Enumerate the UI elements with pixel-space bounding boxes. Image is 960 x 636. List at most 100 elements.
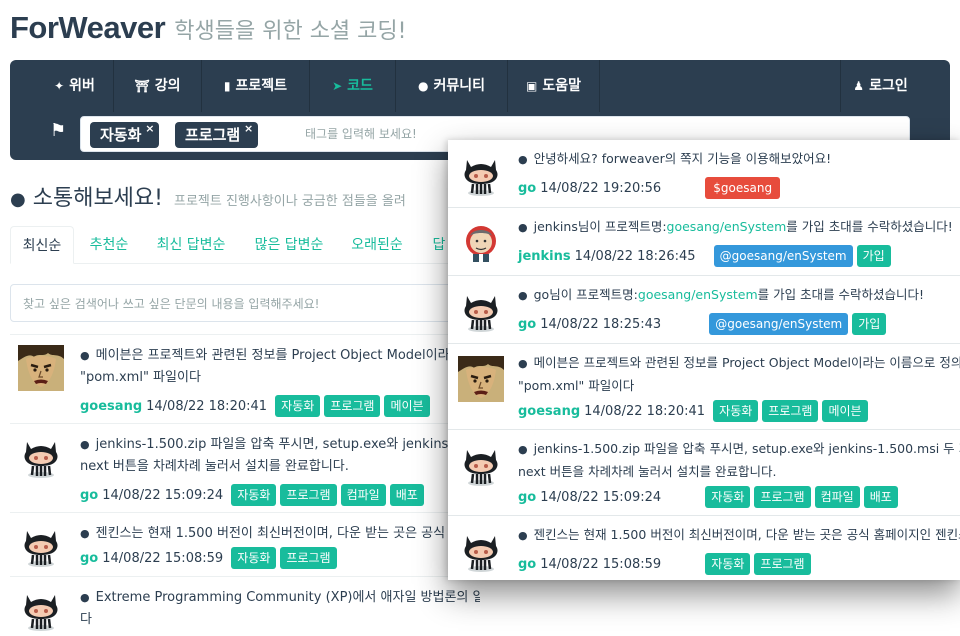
list-item[interactable]: ● 젠킨스는 현재 1.500 버전이 최신버전이며, 다운 받는 곳은 공식 홈… — [10, 512, 480, 576]
author-link[interactable]: go — [518, 490, 536, 505]
author-link[interactable]: goesang — [518, 404, 580, 419]
tag-badge[interactable]: 프로그램 — [324, 395, 381, 417]
avatar[interactable] — [18, 523, 64, 569]
nav-project-label: 프로젝트 — [235, 78, 288, 94]
author-link[interactable]: go — [518, 181, 536, 196]
author-link[interactable]: go — [80, 488, 98, 503]
tag-badge[interactable]: 프로그램 — [762, 400, 819, 422]
avatar[interactable] — [458, 528, 504, 574]
tag-badge[interactable]: 프로그램 — [754, 553, 811, 575]
message-text: 를 가입 초대를 수락하셨습니다! — [786, 219, 953, 234]
remove-tag-icon[interactable]: × — [145, 116, 154, 142]
project-link[interactable]: goesang/enSystem — [667, 219, 787, 234]
tag-badge[interactable]: 프로그램 — [280, 547, 337, 569]
tag-badge[interactable]: 컴파일 — [340, 484, 386, 506]
post-text: 다 — [80, 612, 92, 627]
post-text: "pom.xml" 파일이다 — [80, 370, 201, 385]
message-text: 안녕하세요? forweaver의 쪽지 기능을 이용해보았어요! — [533, 151, 832, 166]
join-badge[interactable]: 가입 — [856, 245, 891, 267]
tag-badge[interactable]: 배포 — [863, 486, 898, 508]
message-item[interactable]: ● jenkins님이 프로젝트명:goesang/enSystem를 가입 초대… — [448, 208, 960, 276]
message-text: go님이 프로젝트명: — [533, 287, 638, 302]
tab-most-answers[interactable]: 많은 답변순 — [244, 226, 334, 264]
speech-bubble-icon: ● — [518, 529, 528, 542]
recipient-badge[interactable]: $goesang — [705, 177, 781, 199]
tag-badge[interactable]: 컴파일 — [814, 486, 860, 508]
author-link[interactable]: go — [518, 557, 536, 572]
nav-code[interactable]: ➤ 코드 — [310, 60, 396, 112]
brand-logo[interactable]: ForWeaver — [10, 10, 166, 45]
tag-badge[interactable]: 배포 — [389, 484, 424, 506]
message-text: jenkins-1.500.zip 파일을 압축 푸시면, setup.exe와… — [533, 441, 960, 456]
project-link[interactable]: goesang/enSystem — [638, 287, 758, 302]
nav-community[interactable]: ● 커뮤니티 — [396, 60, 508, 112]
list-item[interactable]: ● Extreme Programming Community (XP)에서 애자… — [10, 576, 480, 636]
message-item[interactable]: ● jenkins-1.500.zip 파일을 압축 푸시면, setup.exe… — [448, 430, 960, 516]
avatar[interactable] — [458, 288, 504, 334]
nav-weaver-label: 위버 — [69, 78, 95, 94]
join-badge[interactable]: 가입 — [852, 313, 887, 335]
message-meta: go 14/08/22 18:25:43 @goesang/enSystem 가입 — [518, 313, 887, 335]
speech-bubble-icon: ● — [518, 357, 528, 370]
tag-badge[interactable]: 메이븐 — [822, 400, 868, 422]
tag-badge[interactable]: 자동화 — [231, 484, 277, 506]
login-button[interactable]: ♟ 로그인 — [840, 60, 920, 112]
list-item[interactable]: ● 메이븐은 프로젝트와 관련된 정보를 Project Object Model… — [10, 334, 480, 423]
avatar[interactable] — [18, 434, 64, 480]
post-text: Extreme Programming Community (XP)에서 애자일… — [95, 590, 480, 605]
nav-lecture[interactable]: ⛩ 강의 — [114, 60, 202, 112]
avatar[interactable] — [458, 152, 504, 198]
message-item[interactable]: ● 안녕하세요? forweaver의 쪽지 기능을 이용해보았어요! go 14/… — [448, 140, 960, 208]
tag-badge[interactable]: 자동화 — [231, 547, 277, 569]
avatar[interactable] — [18, 345, 64, 391]
tag-badge[interactable]: 메이븐 — [384, 395, 430, 417]
list-item[interactable]: ● jenkins-1.500.zip 파일을 압축 푸시면, setup.exe… — [10, 423, 480, 512]
nav-weaver[interactable]: ✦ 위버 — [36, 60, 114, 112]
tag-badge[interactable]: 자동화 — [275, 395, 321, 417]
speech-bubble-icon: ● — [518, 153, 528, 166]
tab-recommended[interactable]: 추천순 — [76, 226, 142, 264]
author-link[interactable]: go — [518, 317, 536, 332]
tag-chip[interactable]: 프로그램 × — [175, 122, 259, 148]
tab-latest-answer[interactable]: 최신 답변순 — [146, 226, 236, 264]
tag-badge[interactable]: 자동화 — [713, 400, 759, 422]
post-search-input[interactable]: 찾고 싶은 검색어나 쓰고 싶은 단문의 내용을 입력해주세요! — [10, 284, 470, 322]
nav-project[interactable]: ▮ 프로젝트 — [202, 60, 310, 112]
post-body: ● 젠킨스는 현재 1.500 버전이 최신버전이며, 다운 받는 곳은 공식 홈… — [80, 523, 480, 545]
message-item[interactable]: ● go님이 프로젝트명:goesang/enSystem를 가입 초대를 수락하… — [448, 276, 960, 344]
message-text: 를 가입 초대를 수락하셨습니다! — [757, 287, 925, 302]
tag-chip[interactable]: 자동화 × — [90, 122, 160, 148]
speech-bubble-icon: ● — [80, 349, 90, 362]
tag-badge[interactable]: 프로그램 — [754, 486, 811, 508]
comments-icon: ● — [417, 79, 429, 93]
project-badge[interactable]: @goesang/enSystem — [713, 245, 853, 267]
message-body: ● 젠킨스는 현재 1.500 버전이 최신버전이며, 다운 받는 곳은 공식 홈… — [518, 524, 960, 547]
speech-bubble-icon: ● — [518, 443, 528, 456]
avatar[interactable] — [458, 442, 504, 488]
page-title-text: 소통해보세요! — [32, 186, 163, 211]
author-link[interactable]: jenkins — [518, 249, 571, 264]
message-item[interactable]: ● 젠킨스는 현재 1.500 버전이 최신버전이며, 다운 받는 곳은 공식 홈… — [448, 516, 960, 580]
avatar[interactable] — [18, 587, 64, 633]
message-item[interactable]: ● 메이븐은 프로젝트와 관련된 정보를 Project Object Model… — [448, 344, 960, 430]
message-body: ● jenkins님이 프로젝트명:goesang/enSystem를 가입 초대… — [518, 216, 960, 239]
tab-oldest[interactable]: 오래된순 — [340, 226, 414, 264]
avatar[interactable] — [458, 220, 504, 266]
message-body: ● go님이 프로젝트명:goesang/enSystem를 가입 초대를 수락하… — [518, 284, 960, 307]
timestamp: 14/08/22 15:09:24 — [540, 490, 662, 505]
page-subtitle: 프로젝트 진행사항이나 궁금한 점들을 올려 — [173, 194, 406, 209]
remove-tag-icon[interactable]: × — [244, 116, 253, 142]
avatar[interactable] — [458, 356, 504, 402]
tag-badge[interactable]: 프로그램 — [280, 484, 337, 506]
tag-badge[interactable]: 자동화 — [705, 486, 751, 508]
tag-badge[interactable]: 자동화 — [705, 553, 751, 575]
author-link[interactable]: goesang — [80, 399, 142, 414]
tab-latest[interactable]: 최신순 — [10, 226, 74, 264]
project-badge[interactable]: @goesang/enSystem — [709, 313, 849, 335]
comments-icon: ● — [10, 189, 26, 210]
site-header: ForWeaver 학생들을 위한 소셜 코딩! — [10, 10, 950, 50]
author-link[interactable]: go — [80, 551, 98, 566]
nav-help-label: 도움말 — [542, 78, 581, 94]
nav-community-label: 커뮤니티 — [433, 78, 485, 94]
nav-help[interactable]: ▣ 도움말 — [508, 60, 600, 112]
